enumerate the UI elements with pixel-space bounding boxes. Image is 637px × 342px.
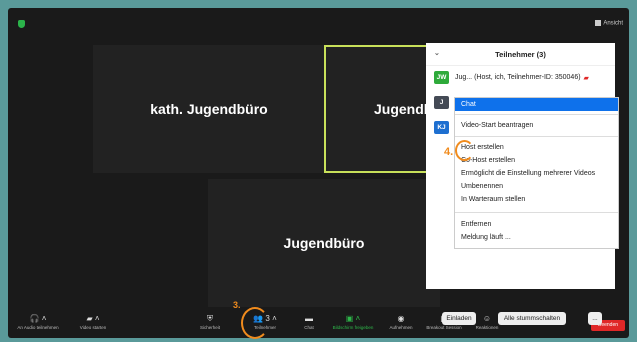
participant-name: Jug... (Host, ich, Teilnehmer-ID: 350046… — [455, 74, 581, 81]
divider — [455, 114, 618, 115]
chat-label: Chat — [304, 325, 314, 330]
tile-name: kath. Jugendbüro — [150, 101, 268, 117]
participant-row[interactable]: KJ — [434, 121, 455, 134]
breakout-label: Breakout Session — [426, 325, 462, 330]
record-button[interactable]: ◉ Aufnehmen — [386, 314, 416, 330]
menu-item-report[interactable]: Meldung läuft ... — [455, 231, 618, 244]
menu-item-chat[interactable]: Chat — [455, 98, 618, 111]
avatar: KJ — [434, 121, 449, 134]
view-label: Ansicht — [603, 20, 623, 27]
menu-item-multi-video[interactable]: Ermöglicht die Einstellung mehrerer Vide… — [455, 167, 618, 180]
highlight-circle — [455, 140, 474, 161]
invite-button[interactable]: Einladen — [442, 312, 476, 325]
join-audio-label: An Audio teilnehmen — [17, 325, 59, 330]
chat-icon: ▬ — [305, 314, 313, 323]
view-button[interactable]: Ansicht — [595, 20, 623, 27]
menu-item-make-host[interactable]: Host erstellen — [455, 141, 618, 154]
start-video-button[interactable]: ▰ ˄ Video starten — [72, 314, 114, 330]
participant-context-menu: Chat Video-Start beantragen Host erstell… — [454, 97, 619, 249]
avatar: J — [434, 96, 449, 109]
shield-icon: ⛨ — [207, 314, 213, 323]
participants-panel-header: ⌄ Teilnehmer (3) — [426, 43, 615, 66]
highlight-circle — [241, 307, 269, 339]
menu-item-waiting-room[interactable]: In Warteraum stellen — [455, 193, 618, 206]
video-off-icon: ▰ — [583, 74, 589, 82]
join-audio-button[interactable]: 🎧 ˄ An Audio teilnehmen — [14, 314, 62, 330]
reactions-label: Reaktionen — [475, 325, 499, 330]
grid-icon — [595, 20, 602, 26]
video-tile-kath-jugendbuero[interactable]: kath. Jugendbüro — [93, 45, 325, 173]
record-icon: ◉ — [397, 314, 405, 323]
step-4-annotation: 4. — [444, 146, 454, 158]
tile-name: Jugendb — [374, 101, 433, 117]
participant-row[interactable]: J — [434, 96, 455, 109]
start-video-label: Video starten — [79, 325, 107, 330]
tile-name: Jugendbüro — [283, 235, 365, 251]
share-screen-label: Bildschirm freigeben — [332, 325, 374, 330]
step-3-annotation: 3. — [233, 300, 241, 310]
participants-panel-title: Teilnehmer (3) — [495, 49, 546, 59]
security-button[interactable]: ⛨ Sicherheit — [196, 314, 224, 330]
participant-row[interactable]: JW Jug... (Host, ich, Teilnehmer-ID: 350… — [434, 71, 589, 84]
divider — [455, 136, 618, 137]
headphones-icon: 🎧 ˄ — [29, 314, 47, 323]
record-label: Aufnehmen — [389, 325, 413, 330]
menu-item-remove[interactable]: Entfernen — [455, 218, 618, 231]
chat-button[interactable]: ▬ Chat — [300, 314, 318, 330]
more-button[interactable]: ... — [588, 312, 602, 325]
share-screen-button[interactable]: ▣ ˄ Bildschirm freigeben — [330, 314, 376, 330]
chevron-down-icon[interactable]: ⌄ — [434, 49, 440, 57]
video-tile-jugendbuero[interactable]: Jugendbüro — [208, 179, 440, 307]
avatar: JW — [434, 71, 449, 84]
divider — [455, 212, 618, 213]
video-off-icon: ▰ ˄ — [86, 314, 100, 323]
menu-item-rename[interactable]: Umbenennen — [455, 180, 618, 193]
shield-icon[interactable] — [18, 20, 25, 28]
security-label: Sicherheit — [199, 325, 220, 330]
menu-item-request-video[interactable]: Video-Start beantragen — [455, 119, 618, 132]
share-screen-icon: ▣ ˄ — [345, 314, 361, 323]
menu-item-make-cohost[interactable]: Co-Host erstellen — [455, 154, 618, 167]
mute-all-button[interactable]: Alle stummschalten — [498, 312, 566, 325]
